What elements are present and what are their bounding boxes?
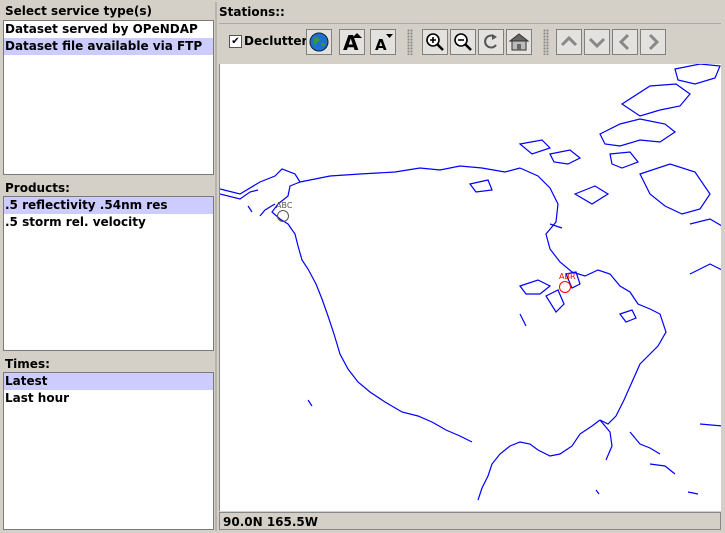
zoom-out-button[interactable]: [450, 29, 476, 55]
map-toolbar: ✔ Declutter A A: [219, 23, 721, 64]
coordinate-status: 90.0N 165.5W: [219, 512, 721, 530]
products-list[interactable]: .5 reflectivity .54nm res .5 storm rel. …: [3, 196, 214, 351]
station-marker-abr[interactable]: [559, 281, 571, 293]
pan-right-button[interactable]: [640, 29, 666, 55]
zoom-in-icon: [426, 33, 444, 51]
font-smaller-button[interactable]: A: [370, 29, 396, 55]
toolbar-grip-1: [407, 29, 413, 55]
times-title: Times:: [5, 357, 50, 371]
pan-down-button[interactable]: [584, 29, 610, 55]
pan-left-button[interactable]: [612, 29, 638, 55]
time-item-last-hour[interactable]: Last hour: [4, 390, 213, 407]
product-item-reflectivity[interactable]: .5 reflectivity .54nm res: [4, 197, 213, 214]
pan-right-icon: [648, 33, 660, 51]
service-type-list[interactable]: Dataset served by OPeNDAP Dataset file a…: [3, 20, 214, 175]
product-item-velocity[interactable]: .5 storm rel. velocity: [4, 214, 213, 231]
font-smaller-icon: A: [375, 34, 393, 53]
globe-button[interactable]: [306, 29, 332, 55]
home-button[interactable]: [506, 29, 532, 55]
times-list[interactable]: Latest Last hour: [3, 372, 214, 530]
split-divider[interactable]: [215, 2, 217, 531]
toolbar-grip-2: [543, 29, 549, 55]
products-title: Products:: [5, 181, 70, 195]
service-type-title: Select service type(s): [5, 4, 153, 18]
time-item-latest[interactable]: Latest: [4, 373, 213, 390]
font-larger-button[interactable]: A: [339, 29, 365, 55]
station-marker-abc[interactable]: [277, 210, 289, 222]
zoom-out-icon: [454, 33, 472, 51]
pan-left-icon: [618, 33, 630, 51]
coastline-map: [220, 64, 721, 501]
station-label-abc: ABC: [276, 201, 293, 210]
declutter-label: Declutter: [244, 34, 308, 48]
reset-icon: [484, 34, 497, 49]
pan-up-button[interactable]: [556, 29, 582, 55]
pan-down-icon: [588, 37, 606, 49]
globe-icon: [309, 32, 329, 52]
svg-text:A: A: [375, 36, 387, 53]
reset-button[interactable]: [478, 29, 504, 55]
service-type-item-opendap[interactable]: Dataset served by OPeNDAP: [4, 21, 213, 38]
declutter-checkbox[interactable]: ✔: [229, 35, 242, 48]
home-icon: [508, 33, 530, 51]
stations-title: Stations::: [219, 5, 285, 19]
zoom-in-button[interactable]: [422, 29, 448, 55]
station-label-abr: ABR: [559, 272, 576, 281]
service-type-item-ftp[interactable]: Dataset file available via FTP: [4, 38, 213, 55]
pan-up-icon: [560, 35, 578, 47]
font-larger-icon: A: [343, 31, 362, 53]
station-map[interactable]: ABC ABR: [219, 64, 721, 511]
